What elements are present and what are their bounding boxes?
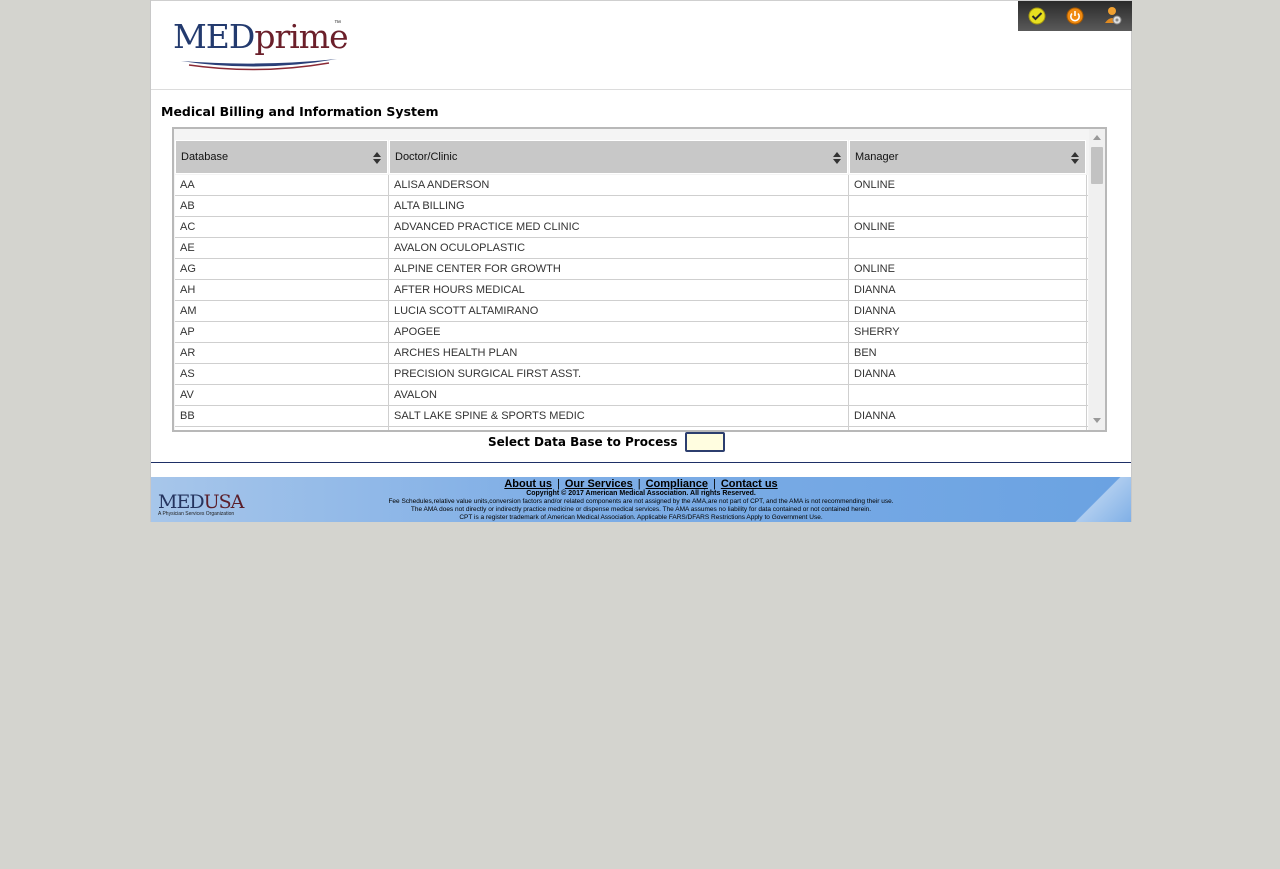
- table-row[interactable]: AA ALISA ANDERSON ONLINE: [175, 175, 1088, 196]
- cell-database: AA: [175, 175, 389, 195]
- table-row[interactable]: BB SALT LAKE SPINE & SPORTS MEDIC DIANNA: [175, 406, 1088, 427]
- cell-doctor-clinic: SALT LAKE SPINE & SPORTS MEDIC: [389, 406, 849, 426]
- table-body: AA ALISA ANDERSON ONLINE AB ALTA BILLING AC AD…: [175, 175, 1088, 430]
- cell-database: [175, 427, 389, 430]
- divider: [151, 462, 1131, 463]
- select-database-row: Select Data Base to Process: [488, 432, 725, 452]
- cell-doctor-clinic: ALPINE CENTER FOR GROWTH: [389, 259, 849, 279]
- cell-doctor-clinic: APOGEE: [389, 322, 849, 342]
- column-header-label: Manager: [855, 151, 899, 163]
- cell-doctor-clinic: ALISA ANDERSON: [389, 175, 849, 195]
- sort-icon: [833, 152, 841, 164]
- power-icon[interactable]: [1056, 1, 1094, 31]
- cell-manager: [849, 427, 1087, 430]
- cell-database: AR: [175, 343, 389, 363]
- check-circle-icon[interactable]: [1018, 1, 1056, 31]
- user-settings-icon[interactable]: [1094, 1, 1132, 31]
- cell-doctor-clinic: ALTA BILLING: [389, 196, 849, 216]
- table-row[interactable]: AE AVALON OCULOPLASTIC: [175, 238, 1088, 259]
- cell-database: AM: [175, 301, 389, 321]
- about-us-link[interactable]: About us: [504, 478, 552, 490]
- toolbar-icons: [1018, 1, 1132, 31]
- table-row[interactable]: AH AFTER HOURS MEDICAL DIANNA: [175, 280, 1088, 301]
- table-row[interactable]: AM LUCIA SCOTT ALTAMIRANO DIANNA: [175, 301, 1088, 322]
- medprime-logo: MEDprime ™: [171, 15, 349, 87]
- cell-doctor-clinic: PRECISION SURGICAL FIRST ASST.: [389, 364, 849, 384]
- scroll-down-icon[interactable]: [1093, 418, 1101, 423]
- link-separator: |: [712, 478, 716, 490]
- cell-doctor-clinic: AVALON OCULOPLASTIC: [389, 238, 849, 258]
- cell-database: AV: [175, 385, 389, 405]
- footer-disclaimer-3: CPT is a register trademark of American …: [459, 514, 823, 521]
- table-row[interactable]: AR ARCHES HEALTH PLAN BEN: [175, 343, 1088, 364]
- compliance-link[interactable]: Compliance: [646, 478, 708, 490]
- cell-database: AC: [175, 217, 389, 237]
- cell-database: AB: [175, 196, 389, 216]
- sort-icon: [1071, 152, 1079, 164]
- cell-doctor-clinic: ARCHES HEALTH PLAN: [389, 343, 849, 363]
- page-title: Medical Billing and Information System: [161, 104, 439, 119]
- footer-disclaimer-1: Fee Schedules,relative value units,conve…: [388, 498, 894, 505]
- cell-manager: ONLINE: [849, 217, 1087, 237]
- database-table: Database Doctor/Clinic Manager AA ALISA A…: [172, 127, 1107, 432]
- logo-text-med: MED: [173, 17, 255, 56]
- footer: MEDUSA A Physician Services Organization…: [151, 477, 1131, 522]
- header: MEDprime ™: [151, 0, 1132, 90]
- cell-manager: ONLINE: [849, 175, 1087, 195]
- contact-us-link[interactable]: Contact us: [721, 478, 778, 490]
- vertical-scrollbar[interactable]: [1089, 129, 1105, 430]
- logo-trademark: ™: [334, 20, 341, 27]
- cell-manager: DIANNA: [849, 364, 1087, 384]
- table-row[interactable]: AS PRECISION SURGICAL FIRST ASST. DIANNA: [175, 364, 1088, 385]
- scroll-up-icon[interactable]: [1093, 135, 1101, 140]
- column-header-label: Doctor/Clinic: [395, 151, 458, 163]
- table-row[interactable]: AB ALTA BILLING: [175, 196, 1088, 217]
- cell-doctor-clinic: AFTER HOURS MEDICAL: [389, 280, 849, 300]
- cell-database: BB: [175, 406, 389, 426]
- footer-copyright: Copyright © 2017 American Medical Associ…: [526, 490, 756, 497]
- cell-manager: [849, 196, 1087, 216]
- database-code-input[interactable]: [684, 432, 725, 452]
- cell-doctor-clinic: [389, 427, 849, 430]
- table-row[interactable]: AC ADVANCED PRACTICE MED CLINIC ONLINE: [175, 217, 1088, 238]
- column-header-database[interactable]: Database: [175, 140, 388, 174]
- logo-swoosh-icon: [181, 59, 337, 71]
- cell-doctor-clinic: LUCIA SCOTT ALTAMIRANO: [389, 301, 849, 321]
- cell-database: AS: [175, 364, 389, 384]
- cell-database: AP: [175, 322, 389, 342]
- our-services-link[interactable]: Our Services: [565, 478, 633, 490]
- column-header-label: Database: [181, 151, 229, 163]
- cell-doctor-clinic: ADVANCED PRACTICE MED CLINIC: [389, 217, 849, 237]
- cell-manager: DIANNA: [849, 406, 1087, 426]
- footer-links: About us | Our Services | Compliance | Contact…: [151, 478, 1131, 490]
- cell-database: AE: [175, 238, 389, 258]
- column-header-doctor-clinic[interactable]: Doctor/Clinic: [389, 140, 848, 174]
- table-row[interactable]: [175, 427, 1088, 430]
- cell-manager: DIANNA: [849, 301, 1087, 321]
- cell-database: AH: [175, 280, 389, 300]
- sort-icon: [373, 152, 381, 164]
- table-row[interactable]: AP APOGEE SHERRY: [175, 322, 1088, 343]
- page: MEDprime ™ Medical Billing and Informati…: [150, 0, 1132, 522]
- link-separator: |: [637, 478, 641, 490]
- table-row[interactable]: AG ALPINE CENTER FOR GROWTH ONLINE: [175, 259, 1088, 280]
- table-row[interactable]: AV AVALON: [175, 385, 1088, 406]
- scroll-thumb[interactable]: [1091, 147, 1103, 184]
- link-separator: |: [557, 478, 560, 490]
- column-header-manager[interactable]: Manager: [849, 140, 1086, 174]
- cell-manager: SHERRY: [849, 322, 1087, 342]
- cell-manager: DIANNA: [849, 280, 1087, 300]
- cell-doctor-clinic: AVALON: [389, 385, 849, 405]
- select-database-label: Select Data Base to Process: [488, 435, 678, 449]
- cell-manager: [849, 238, 1087, 258]
- cell-database: AG: [175, 259, 389, 279]
- cell-manager: ONLINE: [849, 259, 1087, 279]
- table-header: Database Doctor/Clinic Manager: [175, 140, 1086, 174]
- cell-manager: [849, 385, 1087, 405]
- footer-disclaimer-2: The AMA does not directly or indirectly …: [410, 506, 872, 513]
- cell-manager: BEN: [849, 343, 1087, 363]
